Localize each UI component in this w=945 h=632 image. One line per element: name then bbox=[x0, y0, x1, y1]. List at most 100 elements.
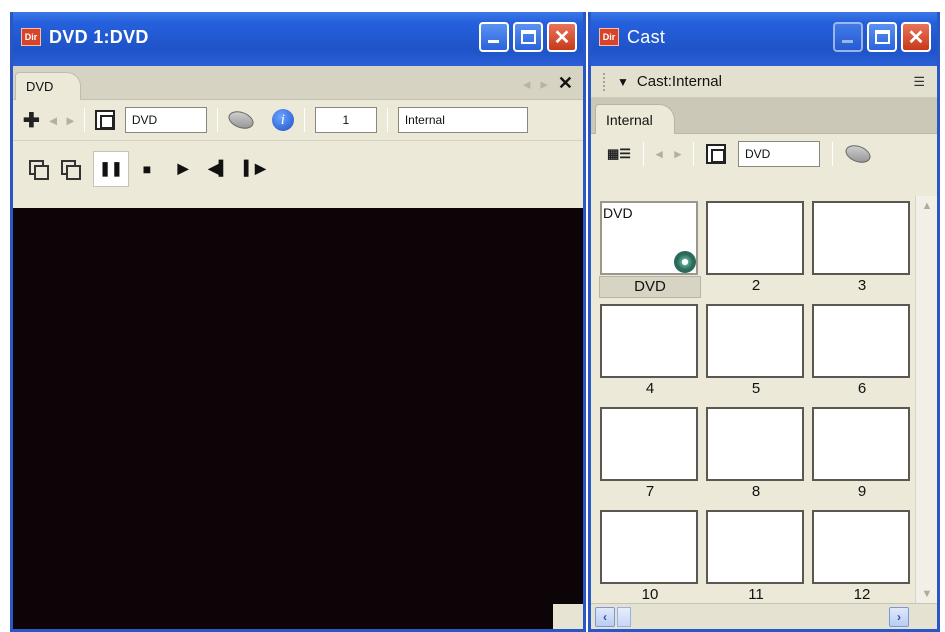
minimize-button[interactable] bbox=[479, 22, 509, 52]
cast-window: Dir Cast ✕ ▼ Cast:Internal ☰ Internal ▦☰… bbox=[588, 12, 940, 632]
drag-grip-icon[interactable] bbox=[603, 72, 607, 91]
cast-member-thumbnail[interactable] bbox=[812, 407, 910, 481]
cast-member-thumbnail[interactable] bbox=[812, 201, 910, 275]
close-icon: ✕ bbox=[553, 26, 571, 49]
toolbar-divider bbox=[832, 142, 833, 166]
minimize-icon bbox=[488, 40, 499, 43]
cast-member-thumbnail[interactable] bbox=[600, 510, 698, 584]
cast-member-label: 3 bbox=[811, 276, 913, 298]
script-disc-icon[interactable] bbox=[843, 142, 879, 166]
close-panel-icon[interactable]: ✕ bbox=[558, 73, 573, 94]
cast-member-label: 7 bbox=[599, 482, 701, 504]
close-button[interactable]: ✕ bbox=[901, 22, 931, 52]
dvd-tab-strip: DVD ◂ ▸ ✕ bbox=[13, 66, 583, 100]
resize-grip[interactable] bbox=[553, 604, 583, 629]
toolbar-divider bbox=[83, 108, 85, 132]
cast-member-cell[interactable]: 5 bbox=[705, 303, 807, 401]
cast-member-cell[interactable]: 10 bbox=[599, 509, 701, 607]
cast-library-field[interactable]: Internal bbox=[397, 107, 528, 133]
cast-member-thumbnail[interactable]: DVD bbox=[600, 201, 698, 275]
copy-icon[interactable] bbox=[29, 159, 49, 180]
tab-internal[interactable]: Internal bbox=[595, 104, 675, 134]
cast-member-label: 6 bbox=[811, 379, 913, 401]
maximize-icon bbox=[875, 30, 890, 44]
cast-window-title: Cast bbox=[627, 26, 666, 47]
cast-member-cell[interactable]: 11 bbox=[705, 509, 807, 607]
add-icon[interactable]: ✚ bbox=[23, 108, 40, 133]
toolbar-divider bbox=[693, 142, 694, 166]
dvd-playback-toolbar: ❚❚ ■ ▶ ◀▍ ▍▶ bbox=[13, 140, 583, 196]
next-member-icon[interactable]: ▸ bbox=[674, 146, 681, 162]
cast-tab-strip: Internal bbox=[591, 98, 937, 134]
cast-member-thumbnail[interactable] bbox=[706, 510, 804, 584]
pause-button[interactable]: ❚❚ bbox=[93, 150, 129, 187]
cast-member-cell[interactable]: 9 bbox=[811, 406, 913, 504]
toolbar-divider bbox=[642, 142, 644, 166]
close-button[interactable]: ✕ bbox=[547, 22, 577, 52]
collapse-triangle-icon[interactable]: ▼ bbox=[617, 75, 629, 89]
scroll-left-icon[interactable]: ‹ bbox=[595, 607, 615, 627]
cast-member-cell[interactable]: 7 bbox=[599, 406, 701, 504]
thumbnail-view-icon[interactable]: ▦☰ bbox=[607, 146, 631, 162]
cast-member-label: 2 bbox=[705, 276, 807, 298]
close-icon: ✕ bbox=[907, 26, 925, 49]
cast-panel-header[interactable]: ▼ Cast:Internal ☰ bbox=[591, 66, 937, 98]
dvd-window-title: DVD 1:DVD bbox=[49, 26, 149, 47]
cast-member-thumbnail[interactable] bbox=[600, 304, 698, 378]
script-disc-icon[interactable] bbox=[225, 108, 262, 132]
cast-member-grid: DVD DVD 2 3 4 5 6 7 8 9 10 11 12 bbox=[591, 196, 915, 607]
dvd-window: Dir DVD 1:DVD ✕ DVD ◂ ▸ ✕ ✚ ◂ ▸ DVD i 1 … bbox=[10, 12, 586, 632]
cast-member-cell[interactable]: 6 bbox=[811, 303, 913, 401]
tab-dvd[interactable]: DVD bbox=[15, 72, 81, 100]
member-type-icon bbox=[94, 110, 115, 130]
cast-member-label: 8 bbox=[705, 482, 807, 504]
scroll-thumb[interactable] bbox=[617, 607, 631, 627]
dvd-window-title-bar[interactable]: Dir DVD 1:DVD ✕ bbox=[13, 12, 583, 66]
scroll-right-icon[interactable]: › bbox=[889, 607, 909, 627]
cast-member-thumbnail[interactable] bbox=[812, 510, 910, 584]
vertical-scrollbar[interactable]: ▲ ▼ bbox=[915, 196, 937, 604]
tab-scroll-right-icon[interactable]: ▸ bbox=[540, 75, 548, 93]
options-menu-icon[interactable]: ☰ bbox=[913, 74, 925, 90]
stop-button[interactable]: ■ bbox=[129, 151, 165, 187]
maximize-button[interactable] bbox=[513, 22, 543, 52]
toolbar-divider bbox=[216, 108, 218, 132]
cast-member-cell[interactable]: DVD DVD bbox=[599, 200, 701, 298]
step-back-button[interactable]: ◀▍ bbox=[201, 151, 237, 187]
maximize-icon bbox=[521, 30, 536, 44]
cast-member-thumbnail[interactable] bbox=[812, 304, 910, 378]
play-button[interactable]: ▶ bbox=[165, 151, 201, 187]
cast-member-cell[interactable]: 3 bbox=[811, 200, 913, 298]
cast-member-cell[interactable]: 4 bbox=[599, 303, 701, 401]
member-number-field: 1 bbox=[314, 107, 377, 133]
cast-member-thumbnail[interactable] bbox=[600, 407, 698, 481]
cast-toolbar: ▦☰ ◂ ▸ DVD bbox=[591, 134, 937, 174]
cast-member-thumbnail[interactable] bbox=[706, 407, 804, 481]
next-member-icon[interactable]: ▸ bbox=[67, 112, 74, 129]
cast-window-title-bar[interactable]: Dir Cast ✕ bbox=[591, 12, 937, 66]
maximize-button[interactable] bbox=[867, 22, 897, 52]
tab-scroll-left-icon[interactable]: ◂ bbox=[523, 75, 531, 93]
cast-member-thumbnail-name: DVD bbox=[603, 205, 633, 221]
dvd-video-stage[interactable] bbox=[13, 208, 583, 629]
cast-member-cell[interactable]: 2 bbox=[705, 200, 807, 298]
cast-member-label: 9 bbox=[811, 482, 913, 504]
cast-member-label: 5 bbox=[705, 379, 807, 401]
dvd-member-icon bbox=[674, 251, 696, 273]
member-name-field[interactable]: DVD bbox=[738, 141, 820, 167]
minimize-button[interactable] bbox=[833, 22, 863, 52]
horizontal-scrollbar[interactable]: ‹ › bbox=[591, 603, 937, 629]
member-name-field[interactable]: DVD bbox=[124, 107, 207, 133]
previous-member-icon[interactable]: ◂ bbox=[656, 146, 663, 162]
cast-member-cell[interactable]: 12 bbox=[811, 509, 913, 607]
duplicate-icon[interactable] bbox=[61, 159, 81, 180]
previous-member-icon[interactable]: ◂ bbox=[50, 112, 57, 129]
cast-member-cell[interactable]: 8 bbox=[705, 406, 807, 504]
dvd-member-toolbar: ✚ ◂ ▸ DVD i 1 Internal bbox=[13, 100, 583, 140]
cast-member-thumbnail[interactable] bbox=[706, 304, 804, 378]
scroll-up-icon[interactable]: ▲ bbox=[916, 196, 937, 216]
info-icon[interactable]: i bbox=[271, 109, 294, 131]
scroll-down-icon[interactable]: ▼ bbox=[916, 584, 937, 604]
step-forward-button[interactable]: ▍▶ bbox=[237, 151, 273, 187]
cast-member-thumbnail[interactable] bbox=[706, 201, 804, 275]
